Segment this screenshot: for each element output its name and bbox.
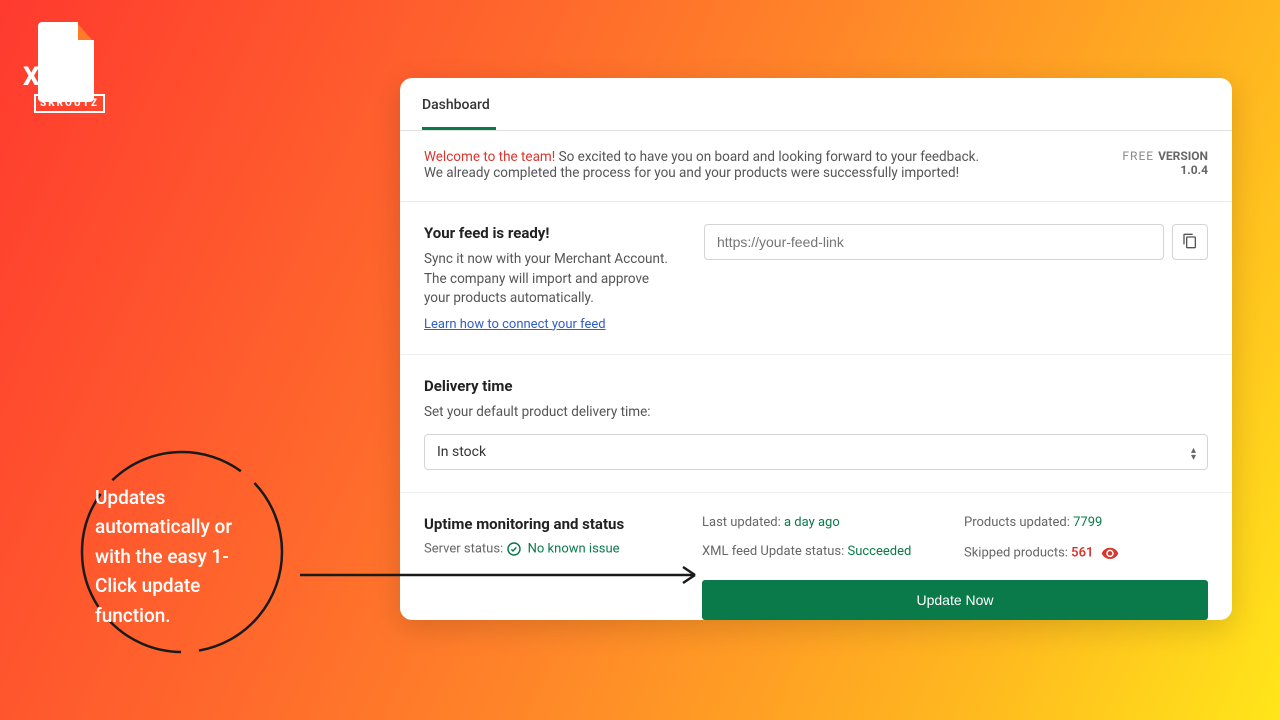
- eye-icon[interactable]: [1101, 544, 1119, 562]
- skipped-label: Skipped products:: [964, 546, 1071, 561]
- logo-skroutz-text: SKROUTZ: [34, 94, 105, 113]
- version-free: FREE: [1122, 149, 1158, 163]
- feed-body: Sync it now with your Merchant Account. …: [424, 250, 674, 309]
- last-updated-label: Last updated:: [702, 515, 784, 530]
- welcome-prefix: Welcome to the team!: [424, 149, 555, 165]
- arrow-icon: [300, 560, 710, 590]
- delivery-heading: Delivery time: [424, 377, 1208, 395]
- xml-status-value: Succeeded: [847, 544, 911, 559]
- delivery-section: Delivery time Set your default product d…: [400, 355, 1232, 494]
- copy-icon: [1182, 233, 1198, 252]
- delivery-select[interactable]: In stock: [424, 434, 1208, 470]
- last-updated-value: a day ago: [784, 515, 840, 530]
- feed-heading: Your feed is ready!: [424, 224, 674, 242]
- check-circle-icon: [506, 541, 522, 557]
- welcome-block: Welcome to the team! So excited to have …: [400, 131, 1232, 202]
- status-heading: Uptime monitoring and status: [424, 515, 684, 533]
- version-badge: FREE VERSION 1.0.4: [1122, 149, 1208, 177]
- version-number: 1.0.4: [1122, 163, 1208, 177]
- xml-skroutz-logo: XML SKROUTZ: [28, 22, 103, 107]
- server-status-label: Server status:: [424, 542, 506, 557]
- xml-status-label: XML feed Update status:: [702, 544, 847, 559]
- delivery-sub: Set your default product delivery time:: [424, 403, 1208, 423]
- server-status-value: No known issue: [528, 542, 620, 557]
- tab-bar: Dashboard: [400, 78, 1232, 131]
- feed-url-input[interactable]: [704, 224, 1164, 260]
- tab-dashboard[interactable]: Dashboard: [422, 97, 496, 130]
- feed-section: Your feed is ready! Sync it now with you…: [400, 202, 1232, 355]
- skipped-value: 561: [1071, 546, 1093, 561]
- products-updated-value: 7799: [1073, 515, 1102, 530]
- dashboard-card: Dashboard Welcome to the team! So excite…: [400, 78, 1232, 620]
- welcome-line2: We already completed the process for you…: [424, 165, 1208, 181]
- welcome-rest: So excited to have you on board and look…: [555, 149, 979, 165]
- copy-button[interactable]: [1172, 224, 1208, 260]
- update-now-button[interactable]: Update Now: [702, 580, 1208, 620]
- learn-connect-link[interactable]: Learn how to connect your feed: [424, 317, 606, 332]
- callout-circle: Updates automatically or with the easy 1…: [75, 445, 289, 659]
- version-label: VERSION: [1158, 149, 1208, 163]
- products-updated-label: Products updated:: [964, 515, 1073, 530]
- logo-xml-text: XML: [23, 62, 79, 92]
- callout-text: Updates automatically or with the easy 1…: [95, 483, 270, 630]
